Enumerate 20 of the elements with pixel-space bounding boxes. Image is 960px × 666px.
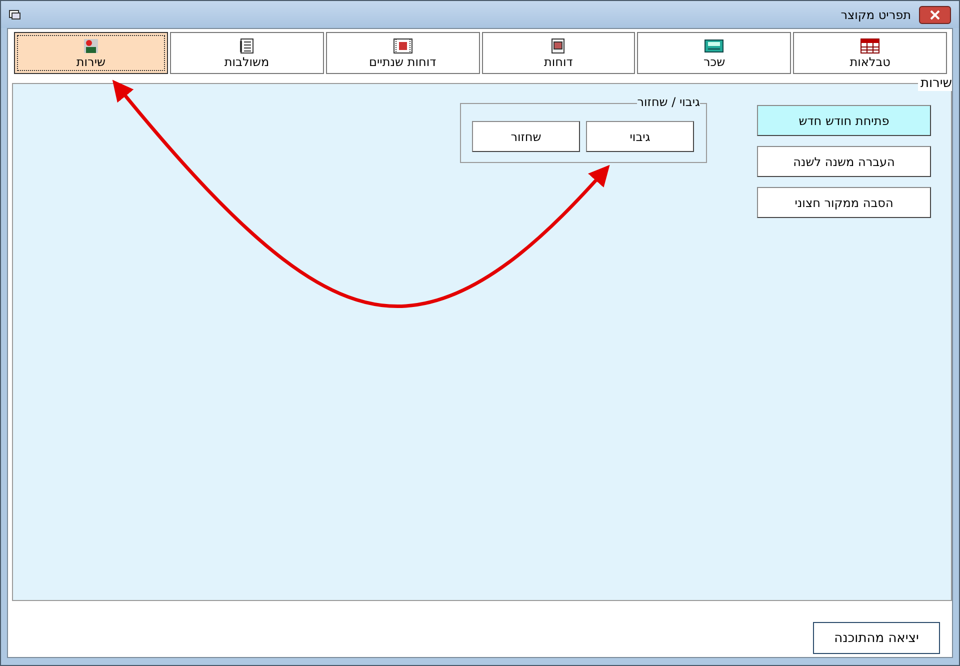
- group-title: גיבוי / שחזור: [637, 95, 700, 109]
- tab[interactable]: משולבות: [170, 32, 324, 74]
- action-button[interactable]: הסבה ממקור חצוני: [757, 187, 931, 218]
- action-button[interactable]: פתיחת חודש חדש: [757, 105, 931, 136]
- tab[interactable]: דוחות שנתיים: [326, 32, 480, 74]
- window-icon: [9, 10, 21, 20]
- calendar-icon: [392, 38, 413, 54]
- close-icon: [930, 10, 940, 20]
- table-icon: [860, 38, 880, 54]
- group-button[interactable]: גיבוי: [586, 121, 694, 152]
- close-button[interactable]: [919, 6, 951, 24]
- tab[interactable]: טבלאות: [793, 32, 947, 74]
- window-title: תפריט מקוצר: [840, 8, 911, 22]
- group-button[interactable]: שחזור: [472, 121, 580, 152]
- tab[interactable]: דוחות: [482, 32, 636, 74]
- tab[interactable]: שירות: [14, 32, 168, 74]
- exit-button[interactable]: יציאה מהתוכנה: [813, 622, 940, 654]
- tab[interactable]: שכר: [637, 32, 792, 74]
- cash-register-icon: [704, 38, 724, 54]
- action-button[interactable]: העברה משנה לשנה: [757, 146, 931, 177]
